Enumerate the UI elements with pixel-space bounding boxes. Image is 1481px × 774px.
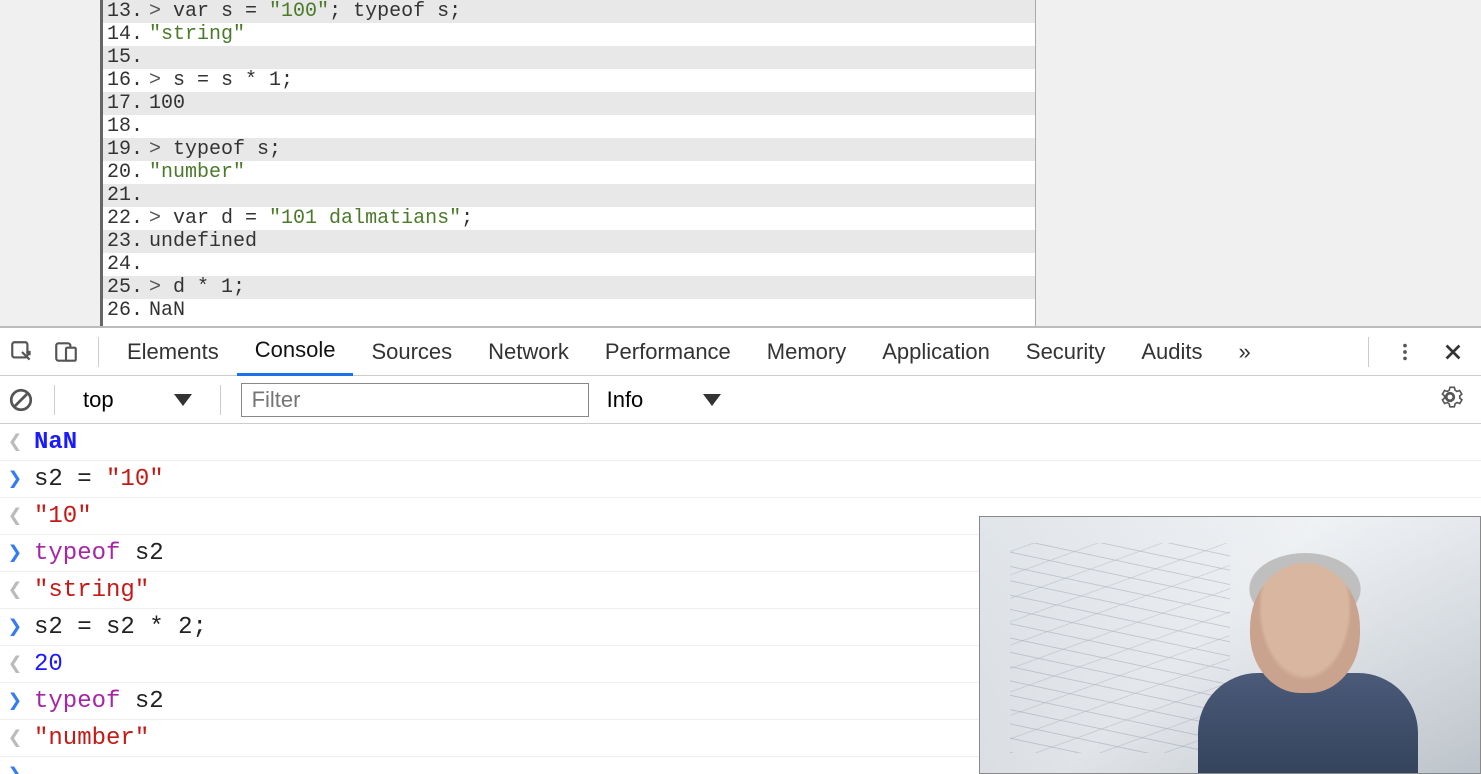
tabs-overflow-button[interactable]: » — [1221, 328, 1269, 376]
line-number: 15. — [103, 46, 149, 69]
close-icon[interactable] — [1431, 330, 1475, 374]
code-text: NaN — [149, 299, 185, 322]
kebab-menu-icon[interactable] — [1383, 330, 1427, 374]
code-line: 14."string" — [103, 23, 1035, 46]
code-text: "number" — [149, 161, 245, 184]
document-code-block: 13.> var s = "100"; typeof s;14."string"… — [100, 0, 1036, 326]
console-text: s2 = s2 * 2; — [34, 614, 207, 641]
chevron-right-icon: ❯ — [6, 686, 24, 716]
console-input-line: ❯ s2 = "10" — [0, 461, 1481, 498]
line-number: 20. — [103, 161, 149, 184]
context-select-label: top — [83, 387, 114, 413]
code-text: > var s = "100"; typeof s; — [149, 0, 461, 23]
inspect-icon[interactable] — [0, 330, 44, 374]
line-number: 25. — [103, 276, 149, 299]
code-text: 100 — [149, 92, 185, 115]
line-number: 17. — [103, 92, 149, 115]
chevron-left-icon: ❮ — [6, 501, 24, 531]
line-number: 26. — [103, 299, 149, 322]
console-text: typeof s2 — [34, 540, 164, 567]
code-text: > var d = "101 dalmatians"; — [149, 207, 473, 230]
divider — [1368, 337, 1369, 367]
line-number: 23. — [103, 230, 149, 253]
console-text: typeof s2 — [34, 688, 164, 715]
line-number: 18. — [103, 115, 149, 138]
code-text: undefined — [149, 230, 257, 253]
tab-application[interactable]: Application — [864, 328, 1008, 376]
page-margin — [0, 0, 100, 326]
code-line: 18. — [103, 115, 1035, 138]
tab-sources[interactable]: Sources — [353, 328, 470, 376]
line-number: 22. — [103, 207, 149, 230]
chevron-down-icon — [703, 394, 721, 406]
context-select[interactable]: top — [75, 383, 200, 417]
webcam-overlay — [979, 516, 1481, 774]
code-line: 16.> s = s * 1; — [103, 69, 1035, 92]
code-line: 15. — [103, 46, 1035, 69]
tab-network[interactable]: Network — [470, 328, 587, 376]
console-text: s2 = "10" — [34, 466, 164, 493]
console-text: "number" — [34, 725, 149, 752]
devtools-tabbar: ElementsConsoleSourcesNetworkPerformance… — [0, 328, 1481, 376]
console-text: 20 — [34, 651, 63, 678]
code-line: 22.> var d = "101 dalmatians"; — [103, 207, 1035, 230]
device-toggle-icon[interactable] — [44, 330, 88, 374]
tab-security[interactable]: Security — [1008, 328, 1123, 376]
chevron-right-icon: ❯ — [6, 538, 24, 568]
code-line: 20."number" — [103, 161, 1035, 184]
chevron-right-icon: ❯ — [6, 612, 24, 642]
line-number: 19. — [103, 138, 149, 161]
clear-console-icon[interactable] — [8, 387, 34, 413]
gear-icon[interactable] — [1437, 384, 1473, 416]
tab-performance[interactable]: Performance — [587, 328, 749, 376]
console-toolbar: top Info — [0, 376, 1481, 424]
tab-audits[interactable]: Audits — [1123, 328, 1220, 376]
code-line: 21. — [103, 184, 1035, 207]
chevron-right-icon: ❯ — [6, 760, 24, 774]
code-line: 24. — [103, 253, 1035, 276]
line-number: 21. — [103, 184, 149, 207]
divider — [54, 385, 55, 415]
filter-input[interactable] — [241, 383, 589, 417]
console-text: "10" — [34, 503, 92, 530]
code-line: 26.NaN — [103, 299, 1035, 322]
console-text: NaN — [34, 429, 77, 456]
code-line: 25.> d * 1; — [103, 276, 1035, 299]
chevron-left-icon: ❮ — [6, 649, 24, 679]
tab-console[interactable]: Console — [237, 328, 354, 376]
log-level-select[interactable]: Info — [599, 383, 730, 417]
divider — [220, 385, 221, 415]
code-line: 17.100 — [103, 92, 1035, 115]
line-number: 16. — [103, 69, 149, 92]
tab-memory[interactable]: Memory — [749, 328, 864, 376]
code-line: 19.> typeof s; — [103, 138, 1035, 161]
line-number: 24. — [103, 253, 149, 276]
chevron-left-icon: ❮ — [6, 575, 24, 605]
log-level-label: Info — [607, 387, 644, 413]
divider — [98, 337, 99, 367]
line-number: 14. — [103, 23, 149, 46]
tab-elements[interactable]: Elements — [109, 328, 237, 376]
line-number: 13. — [103, 0, 149, 23]
code-line: 23.undefined — [103, 230, 1035, 253]
chevron-left-icon: ❮ — [6, 723, 24, 753]
console-text: "string" — [34, 577, 149, 604]
code-text: > d * 1; — [149, 276, 245, 299]
code-text: > s = s * 1; — [149, 69, 293, 92]
code-line: 13.> var s = "100"; typeof s; — [103, 0, 1035, 23]
code-text: "string" — [149, 23, 245, 46]
console-output-line: ❮ NaN — [0, 424, 1481, 461]
code-text: > typeof s; — [149, 138, 281, 161]
chevron-left-icon: ❮ — [6, 427, 24, 457]
chevron-right-icon: ❯ — [6, 464, 24, 494]
chevron-down-icon — [174, 394, 192, 406]
page-top: 13.> var s = "100"; typeof s;14."string"… — [0, 0, 1481, 326]
